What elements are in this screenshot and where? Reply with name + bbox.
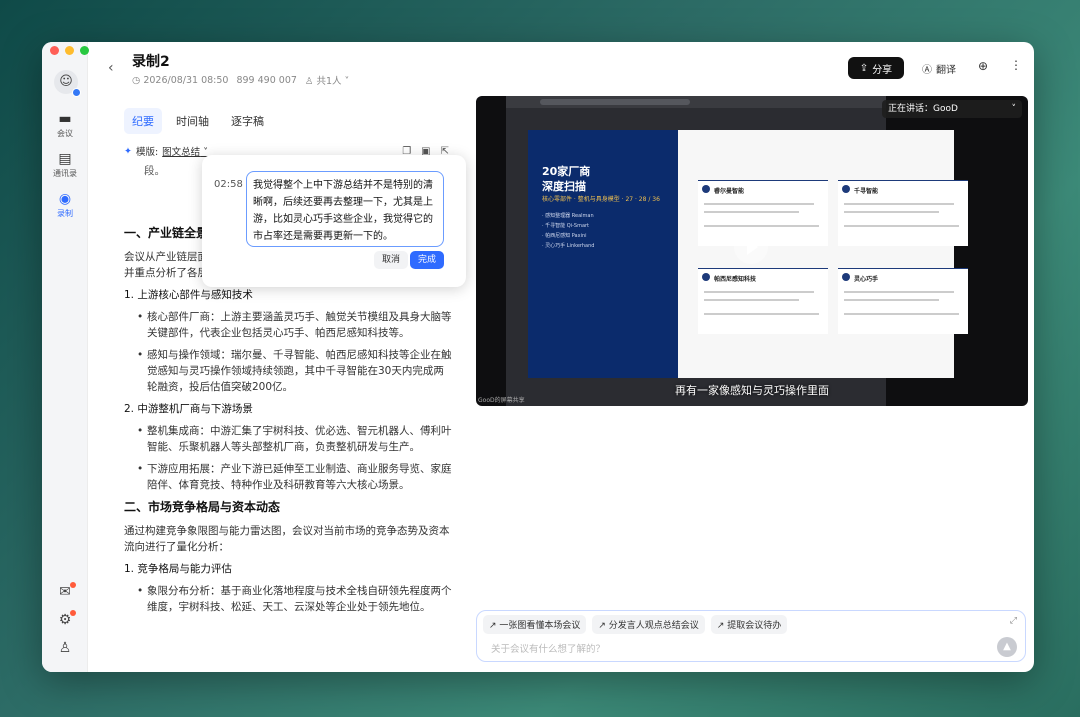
template-dropdown[interactable]: 图文总结 ˅ xyxy=(162,144,208,158)
send-button[interactable]: ▲ xyxy=(997,637,1017,657)
translate-button[interactable]: Ⓐ 翻译 xyxy=(922,61,956,76)
list-item: 感知与操作领域：瑞尔曼、千寻智能、帕西尼感知科技等企业在触觉感知与灵巧操作领域持… xyxy=(137,347,454,395)
done-button[interactable]: 完成 xyxy=(410,251,444,269)
tab-timeline[interactable]: 时间轴 xyxy=(168,108,217,134)
list-item: 整机集成商：中游汇集了宇树科技、优必选、智元机器人、傅利叶智能、乐聚机器人等头部… xyxy=(137,423,454,455)
suggestion-chip[interactable]: ↗ 一张图看懂本场会议 xyxy=(483,615,587,634)
date-text: ◷ 2026/08/31 08:50 xyxy=(132,74,229,86)
screen-share-watermark: GooD的屏幕共享 xyxy=(478,397,525,404)
globe-icon[interactable]: ⊕ xyxy=(978,59,988,73)
share-button[interactable]: ⇪ 分享 xyxy=(848,57,904,79)
ai-chat-box: ↗ 一张图看懂本场会议 ↗ 分发言人观点总结会议 ↗ 提取会议待办 ⤢ 关于会议… xyxy=(476,610,1026,662)
timestamp: 02:58 xyxy=(214,179,243,190)
record-icon: ◉ xyxy=(58,191,72,207)
chevron-down-icon: ˅ xyxy=(1011,104,1017,114)
transcript-edit-field[interactable]: 我觉得整个上中下游总结并不是特别的清晰啊，后续还要再去整理一下，尤其是上游，比如… xyxy=(246,171,444,247)
avatar[interactable]: ☺ xyxy=(54,70,81,97)
contacts-icon: ▤ xyxy=(58,151,72,167)
minimize-window-button[interactable] xyxy=(65,46,74,55)
status-dot xyxy=(72,88,81,97)
settings-icon[interactable]: ⚙ xyxy=(42,610,88,628)
translate-icon: Ⓐ xyxy=(922,65,932,76)
cancel-button[interactable]: 取消 xyxy=(374,251,408,269)
subsection-heading: 1. 上游核心部件与感知技术 xyxy=(124,289,253,301)
play-icon[interactable] xyxy=(734,230,768,264)
rail-item-contacts[interactable]: ▤ 通讯录 xyxy=(42,150,88,179)
chat-input[interactable]: 关于会议有什么想了解的？ xyxy=(491,641,605,655)
suggestion-chip[interactable]: ↗ 提取会议待办 xyxy=(710,615,788,634)
app-window: ☺ ▬ 会议 ▤ 通讯录 ◉ 录制 ✉ ⚙ ♙ ‹ 录制2 ◷ 2026/08/… xyxy=(42,42,1034,672)
suggestion-chip[interactable]: ↗ 分发言人观点总结会议 xyxy=(592,615,705,634)
recording-meta: ◷ 2026/08/31 08:50 899 490 007 ♙ 共1人 ˅ xyxy=(132,73,349,88)
user-icon[interactable]: ♙ xyxy=(42,640,88,656)
close-window-button[interactable] xyxy=(50,46,59,55)
window-controls xyxy=(50,46,89,55)
people-count[interactable]: ♙ 共1人 ˅ xyxy=(305,73,349,87)
expand-icon[interactable]: ⤢ xyxy=(1010,616,1017,626)
rail-item-record[interactable]: ◉ 录制 xyxy=(42,190,88,219)
more-icon[interactable]: ⋮ xyxy=(1010,58,1022,72)
video-icon: ▬ xyxy=(58,111,72,127)
page-title: 录制2 xyxy=(132,54,170,70)
section-heading: 二、市场竞争格局与资本动态 xyxy=(124,500,281,514)
list-item: 核心部件厂商：上游主要涵盖灵巧手、触觉关节模组及具身大脑等关键部件，代表企业包括… xyxy=(137,309,454,341)
mail-icon[interactable]: ✉ xyxy=(42,582,88,600)
rail-item-meeting[interactable]: ▬ 会议 xyxy=(42,110,88,139)
subsection-heading: 1. 竞争格局与能力评估 xyxy=(124,563,232,575)
speaker-indicator[interactable]: 正在讲话：GooD ˅ xyxy=(882,100,1022,118)
back-icon[interactable]: ‹ xyxy=(108,60,114,76)
video-subtitle: 再有一家像感知与灵巧操作里面 xyxy=(675,384,829,397)
maximize-window-button[interactable] xyxy=(80,46,89,55)
tab-transcript[interactable]: 逐字稿 xyxy=(223,108,272,134)
left-rail: ☺ ▬ 会议 ▤ 通讯录 ◉ 录制 ✉ ⚙ ♙ xyxy=(42,42,88,672)
subsection-heading: 2. 中游整机厂商与下游场景 xyxy=(124,403,253,415)
sparkle-icon: ✦ xyxy=(124,145,132,157)
edit-popup: 02:58 我觉得整个上中下游总结并不是特别的清晰啊，后续还要再去整理一下，尤其… xyxy=(202,155,466,287)
list-item: 下游应用拓展：产业下游已延伸至工业制造、商业服务导览、家庭陪伴、体育竞技、特种作… xyxy=(137,461,454,493)
content-tabs: 纪要 时间轴 逐字稿 xyxy=(124,108,272,134)
share-icon: ⇪ xyxy=(859,62,869,74)
video-player[interactable]: 20家厂商 深度扫描 核心零部件 · 整机与具身模型 · 27 · 28 / 36… xyxy=(476,96,1028,406)
tab-summary[interactable]: 纪要 xyxy=(124,108,162,134)
id-text: 899 490 007 xyxy=(236,74,297,86)
list-item: 象限分布分析：基于商业化落地程度与技术全栈自研领先程度两个维度，宇树科技、松延、… xyxy=(137,583,454,615)
